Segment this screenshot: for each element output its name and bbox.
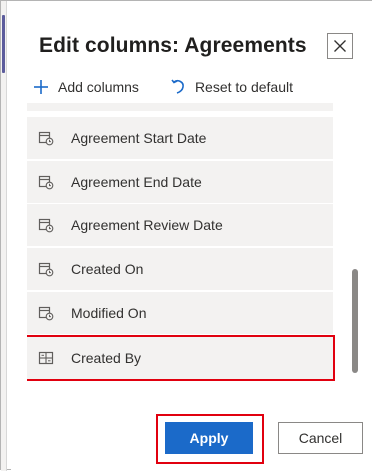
column-label: Created By: [71, 350, 142, 366]
column-label: Agreement End Date: [71, 174, 202, 190]
list-item-selected[interactable]: Created By: [27, 335, 335, 381]
background-accent-bar: [2, 15, 5, 73]
apply-button[interactable]: Apply: [165, 422, 253, 454]
column-label: Agreement Start Date: [71, 130, 207, 146]
calendar-clock-icon: [38, 131, 54, 146]
calendar-clock-icon: [38, 306, 54, 321]
edit-columns-dialog: Edit columns: Agreements Add columns Res…: [11, 1, 372, 471]
add-columns-button[interactable]: Add columns: [32, 75, 139, 99]
list-item[interactable]: Modified On: [27, 292, 333, 334]
reset-to-default-button[interactable]: Reset to default: [169, 75, 293, 99]
calendar-clock-icon: [38, 175, 54, 190]
close-button[interactable]: [327, 33, 353, 59]
list-scrollbar[interactable]: [352, 269, 358, 373]
list-item[interactable]: Agreement Start Date: [27, 117, 333, 159]
column-label: Modified On: [71, 305, 147, 321]
calendar-clock-icon: [38, 218, 54, 233]
cancel-button[interactable]: Cancel: [278, 422, 363, 454]
list-item-partial[interactable]: [27, 103, 333, 111]
undo-icon: [171, 79, 184, 94]
columns-list[interactable]: Agreement Start Date Agreement End Date: [27, 103, 351, 385]
reset-to-default-label: Reset to default: [194, 79, 293, 95]
plus-icon: [34, 80, 48, 94]
background-app-strip: [1, 1, 7, 471]
dialog-toolbar: Add columns Reset to default: [32, 75, 293, 99]
lookup-icon: [38, 351, 54, 365]
column-label: Created On: [71, 261, 144, 277]
dialog-title: Edit columns: Agreements: [39, 34, 307, 57]
window-frame: Edit columns: Agreements Add columns Res…: [0, 0, 372, 471]
list-item[interactable]: Created On: [27, 248, 333, 290]
list-item[interactable]: Agreement End Date: [27, 161, 333, 203]
column-label: Agreement Review Date: [71, 217, 223, 233]
list-item[interactable]: Agreement Review Date: [27, 204, 333, 246]
add-columns-label: Add columns: [58, 79, 139, 95]
close-icon: [334, 40, 346, 52]
calendar-clock-icon: [38, 262, 54, 277]
